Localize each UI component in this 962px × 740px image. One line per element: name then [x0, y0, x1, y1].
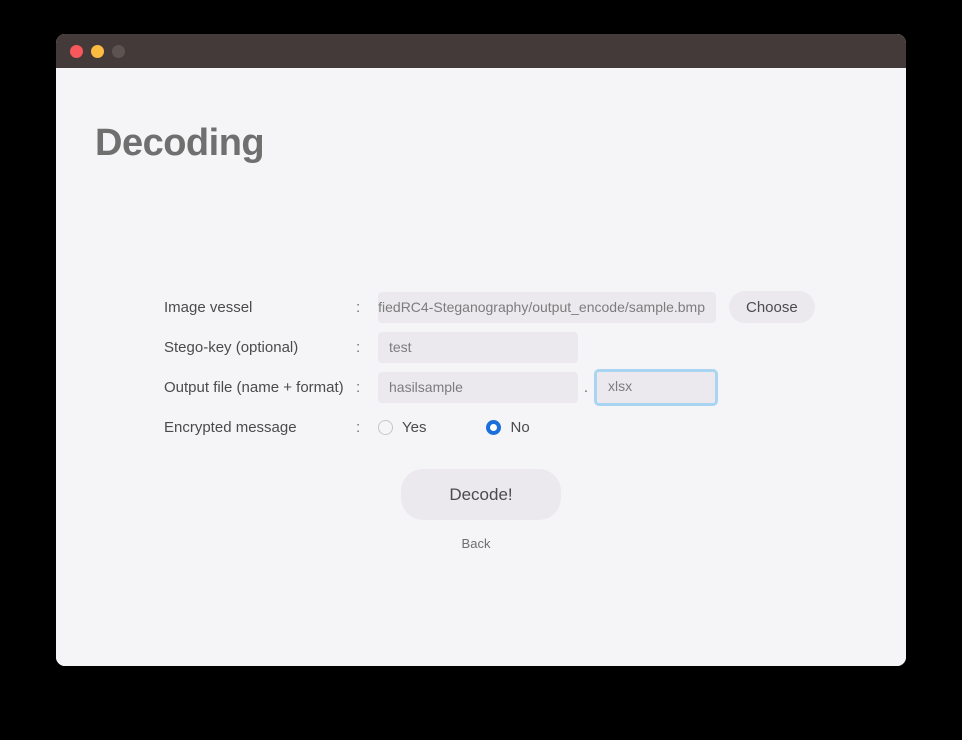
- image-vessel-control: difiedRC4-Steganography/output_encode/sa…: [378, 291, 815, 323]
- image-vessel-input[interactable]: difiedRC4-Steganography/output_encode/sa…: [378, 291, 716, 323]
- form-row-encrypted-message: Encrypted message : Yes No: [164, 407, 864, 447]
- form-row-output-file: Output file (name + format) : hasilsampl…: [164, 367, 864, 407]
- output-file-control: hasilsample . xlsx: [378, 368, 718, 406]
- page-content: Decoding Image vessel : difiedRC4-Stegan…: [56, 68, 906, 666]
- form-actions: Decode! Back: [56, 469, 906, 551]
- encrypted-message-radio-group: Yes No: [378, 419, 530, 436]
- encrypted-message-option-yes-label: Yes: [402, 418, 427, 436]
- output-file-colon: :: [356, 378, 361, 396]
- form-row-stego-key: Stego-key (optional) : test: [164, 327, 864, 367]
- choose-file-button[interactable]: Choose: [729, 291, 815, 323]
- output-file-label: Output file (name + format): [164, 378, 344, 396]
- zoom-window-button[interactable]: [112, 44, 125, 58]
- encrypted-message-control: Yes No: [378, 419, 530, 436]
- radio-unselected-icon[interactable]: [378, 419, 393, 435]
- page-title: Decoding: [95, 122, 265, 164]
- close-window-button[interactable]: [70, 44, 83, 58]
- app-window: Decoding Image vessel : difiedRC4-Stegan…: [56, 34, 906, 666]
- encrypted-message-label: Encrypted message: [164, 418, 297, 436]
- image-vessel-colon: :: [356, 298, 361, 316]
- stego-key-input[interactable]: test: [378, 331, 578, 363]
- stego-key-label: Stego-key (optional): [164, 338, 299, 356]
- output-file-dot-separator: .: [583, 378, 589, 396]
- output-file-extension-input[interactable]: xlsx: [594, 368, 718, 406]
- back-link[interactable]: Back: [462, 536, 491, 551]
- stego-key-control: test: [378, 331, 578, 363]
- output-file-name-input[interactable]: hasilsample: [378, 371, 578, 403]
- decode-button[interactable]: Decode!: [401, 469, 561, 520]
- window-titlebar: [56, 34, 906, 68]
- minimize-window-button[interactable]: [91, 44, 104, 58]
- image-vessel-label: Image vessel: [164, 298, 253, 316]
- stego-key-colon: :: [356, 338, 361, 356]
- encrypted-message-option-no[interactable]: No: [486, 418, 530, 436]
- decoding-form: Image vessel : difiedRC4-Steganography/o…: [164, 287, 864, 447]
- encrypted-message-option-yes[interactable]: Yes: [378, 419, 426, 436]
- form-row-image-vessel: Image vessel : difiedRC4-Steganography/o…: [164, 287, 864, 327]
- encrypted-message-option-no-label: No: [510, 418, 530, 436]
- radio-selected-icon[interactable]: [486, 419, 502, 435]
- encrypted-message-colon: :: [356, 418, 361, 436]
- traffic-light-group: [70, 44, 125, 58]
